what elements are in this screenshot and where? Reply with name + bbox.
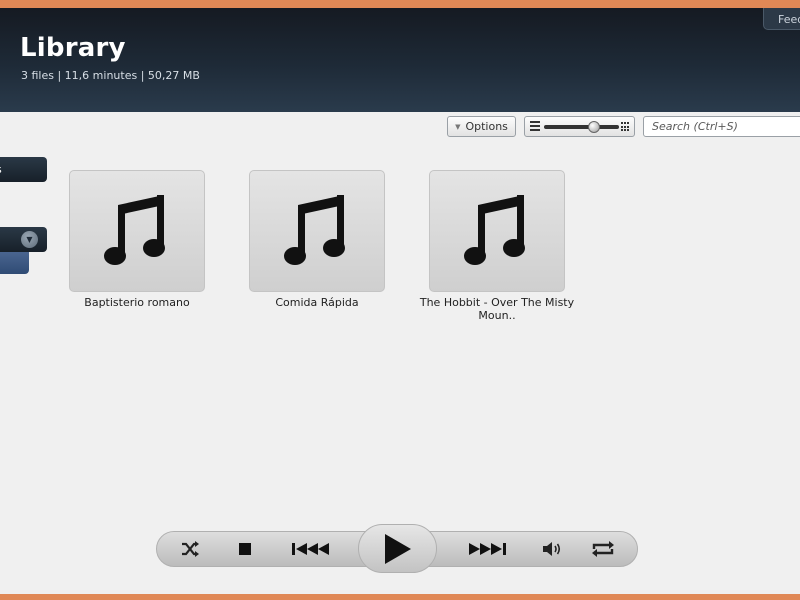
- window-frame-bottom: [0, 594, 800, 600]
- slider-handle[interactable]: [587, 121, 600, 133]
- previous-icon: [292, 543, 329, 555]
- repeat-icon: [592, 541, 614, 557]
- library-header: Library 3 files | 11,6 minutes | 50,27 M…: [0, 8, 800, 112]
- item-thumbnail[interactable]: [69, 170, 205, 292]
- next-icon: [469, 543, 506, 555]
- sidebar-selected-item[interactable]: [0, 252, 29, 274]
- item-title: The Hobbit - Over The Misty Moun..: [419, 296, 575, 322]
- volume-button[interactable]: [541, 539, 563, 559]
- play-button[interactable]: [358, 524, 437, 573]
- sidebar-item-label: s: [0, 163, 2, 176]
- library-toolbar: ▼ Options: [0, 112, 800, 142]
- list-view-icon: [530, 121, 540, 132]
- repeat-button[interactable]: [590, 539, 616, 559]
- library-item[interactable]: The Hobbit - Over The Misty Moun..: [420, 170, 574, 322]
- page-title: Library: [20, 33, 126, 63]
- play-icon: [384, 533, 411, 564]
- item-title: Comida Rápida: [275, 296, 359, 309]
- sidebar-item-1[interactable]: s: [0, 157, 47, 182]
- library-stats: 3 files | 11,6 minutes | 50,27 MB: [21, 69, 200, 82]
- chevron-down-icon: ▼: [455, 122, 461, 131]
- thumbnail-size-slider[interactable]: [524, 116, 635, 137]
- window-frame-top: [0, 0, 800, 8]
- search-input[interactable]: [643, 116, 800, 137]
- library-item[interactable]: Baptisterio romano: [69, 170, 205, 309]
- next-button[interactable]: [465, 539, 509, 559]
- stop-button[interactable]: [236, 539, 254, 559]
- shuffle-icon: [182, 541, 199, 557]
- grid-view-icon: [621, 122, 631, 132]
- stop-icon: [239, 543, 251, 555]
- previous-button[interactable]: [289, 539, 333, 559]
- volume-icon: [543, 542, 561, 556]
- chevron-down-icon: ▼: [21, 231, 38, 248]
- item-thumbnail[interactable]: [249, 170, 385, 292]
- shuffle-button[interactable]: [179, 539, 201, 559]
- slider-track[interactable]: [544, 125, 619, 129]
- music-note-icon: [284, 195, 345, 265]
- options-label: Options: [465, 120, 508, 133]
- item-title: Baptisterio romano: [84, 296, 190, 309]
- music-note-icon: [104, 195, 165, 265]
- music-note-icon: [464, 195, 525, 265]
- sidebar-dropdown[interactable]: ▼: [0, 227, 47, 252]
- options-button[interactable]: ▼ Options: [447, 116, 516, 137]
- library-item[interactable]: Comida Rápida: [249, 170, 385, 309]
- item-thumbnail[interactable]: [429, 170, 565, 292]
- feedback-button[interactable]: Feedback: [763, 8, 800, 30]
